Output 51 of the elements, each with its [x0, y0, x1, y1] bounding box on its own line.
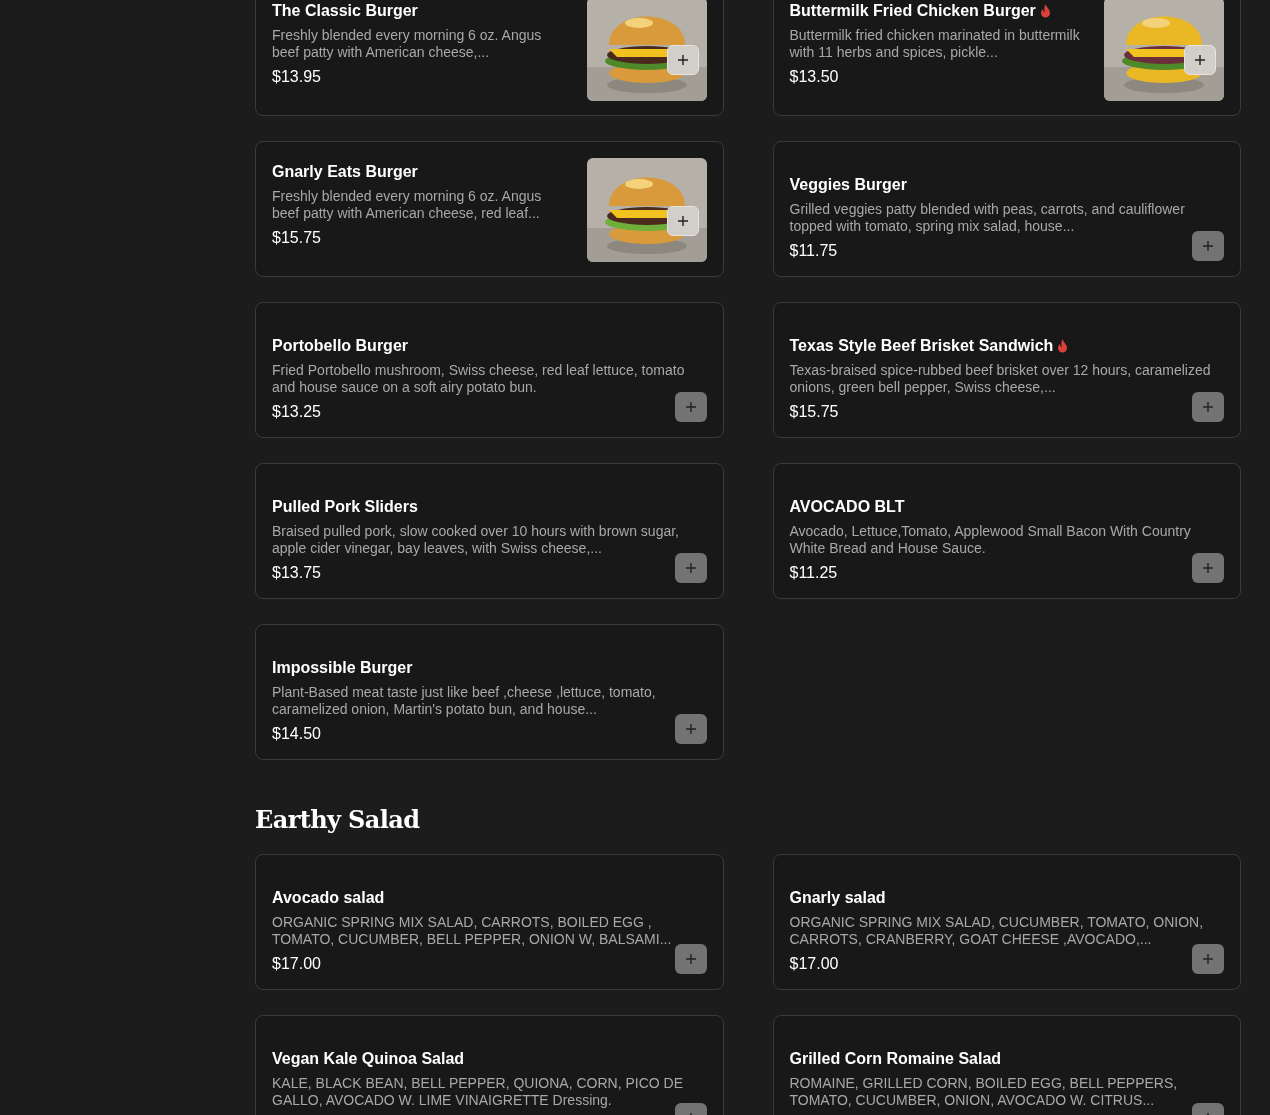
- menu-item-card[interactable]: Gnarly Eats Burger Freshly blended every morning 6 oz. Angus beef patty with American cheese, red leaf... $15.75: [255, 141, 724, 277]
- menu-item-card[interactable]: Pulled Pork Sliders Braised pulled pork, slow cooked over 10 hours with brown sugar, apple cider vinegar, bay leaves, with Swiss cheese,... $13.75: [255, 463, 724, 599]
- item-name: Vegan Kale Quinoa Salad: [272, 1049, 465, 1069]
- item-name: Portobello Burger: [272, 336, 408, 356]
- item-name: Grilled Corn Romaine Salad: [789, 1049, 1002, 1069]
- menu-item-card[interactable]: Veggies Burger Grilled veggies patty blended with peas, carrots, and cauliflower topped with tomato, spring mix salad, house... $11.75: [772, 141, 1241, 277]
- item-name: Veggies Burger: [789, 175, 907, 195]
- item-price: $11.75: [789, 241, 838, 261]
- menu-item-card[interactable]: Vegan Kale Quinoa Salad KALE, BLACK BEAN, BELL PEPPER, QUIONA, CORN, PICO DE GALLO, AVOCADO W. LIME VINAIGRETTE Dressing.: [255, 1015, 724, 1115]
- item-price: $13.25: [272, 402, 321, 422]
- item-description: Grilled veggies patty blended with peas, carrots, and cauliflower topped with tomato, spring mix salad, house...: [789, 201, 1186, 235]
- item-description: Fried Portobello mushroom, Swiss cheese, red leaf lettuce, tomato and house sauce on a soft airy potato bun.: [272, 362, 686, 396]
- item-name: The Classic Burger: [272, 1, 418, 21]
- item-name: Gnarly Eats Burger: [272, 162, 418, 182]
- item-name: Buttermilk Fried Chicken Burger: [789, 1, 1036, 21]
- menu-item-card[interactable]: Portobello Burger Fried Portobello mushroom, Swiss cheese, red leaf lettuce, tomato and house sauce on a soft airy potato bun. $13.25: [255, 302, 724, 438]
- menu-item-card[interactable]: AVOCADO BLT Avocado, Lettuce,Tomato, Applewood Small Bacon With Country White Bread and House Sauce. $11.25: [772, 463, 1241, 599]
- menu-item-card[interactable]: Avocado salad ORGANIC SPRING MIX SALAD, CARROTS, BOILED EGG , TOMATO, CUCUMBER, BELL PEPPER, ONION W, BALSAMI... $17.00: [255, 854, 724, 990]
- menu-item-card[interactable]: Buttermilk Fried Chicken Burger Buttermilk fried chicken marinated in buttermilk with 11 herbs and spices, pickle... $13.50: [772, 0, 1241, 116]
- menu-item-card[interactable]: Grilled Corn Romaine Salad ROMAINE, GRILLED CORN, BOILED EGG, BELL PEPPERS, TOMATO, CUCUMBER, ONION, AVOCADO W. CITRUS...: [772, 1015, 1241, 1115]
- menu-item-card[interactable]: Impossible Burger Plant-Based meat taste just like beef ,cheese ,lettuce, tomato, caramelized onion, Martin's potato bun, and house... $14.50: [255, 624, 724, 760]
- item-price: $13.50: [789, 67, 839, 87]
- item-name: Impossible Burger: [272, 658, 413, 678]
- item-price: $17.00: [272, 954, 321, 974]
- item-description: Buttermilk fried chicken marinated in buttermilk with 11 herbs and spices, pickle...: [789, 27, 1081, 61]
- item-description: Texas-braised spice-rubbed beef brisket over 12 hours, caramelized onions, green bell pepper, Swiss cheese,...: [789, 362, 1212, 396]
- item-price: $15.75: [789, 402, 839, 422]
- item-description: ORGANIC SPRING MIX SALAD, CUCUMBER, TOMATO, ONION, CARROTS, CRANBERRY, GOAT CHEESE ,AVOCADO,...: [789, 914, 1205, 948]
- item-price: $11.25: [789, 563, 838, 583]
- menu-item-card[interactable]: Texas Style Beef Brisket Sandwich Texas-braised spice-rubbed beef brisket over 12 hours, caramelized onions, green bell pepper, Swiss cheese,... $15.75: [772, 302, 1241, 438]
- item-name: Avocado salad: [272, 888, 385, 908]
- item-price: $13.95: [272, 67, 321, 87]
- item-description: Freshly blended every morning 6 oz. Angus beef patty with American cheese,...: [272, 27, 543, 61]
- item-name: Pulled Pork Sliders: [272, 497, 418, 517]
- menu-item-card[interactable]: The Classic Burger Freshly blended every morning 6 oz. Angus beef patty with American cheese,... $13.95: [255, 0, 724, 116]
- menu-item-card[interactable]: Gnarly salad ORGANIC SPRING MIX SALAD, CUCUMBER, TOMATO, ONION, CARROTS, CRANBERRY, GOAT CHEESE ,AVOCADO,... $17.00: [772, 854, 1241, 990]
- item-price: $13.75: [272, 563, 321, 583]
- section-heading: Earthy Salad: [255, 804, 421, 836]
- item-name: Texas Style Beef Brisket Sandwich: [789, 336, 1054, 356]
- item-description: ROMAINE, GRILLED CORN, BOILED EGG, BELL PEPPERS, TOMATO, CUCUMBER, ONION, AVOCADO W. CITRUS...: [789, 1075, 1179, 1109]
- item-name: Gnarly salad: [789, 888, 886, 908]
- item-description: Freshly blended every morning 6 oz. Angus beef patty with American cheese, red leaf...: [272, 188, 543, 222]
- item-price: $17.00: [789, 954, 839, 974]
- item-price: $15.75: [272, 228, 321, 248]
- item-price: $14.50: [272, 724, 321, 744]
- item-description: ORGANIC SPRING MIX SALAD, CARROTS, BOILED EGG , TOMATO, CUCUMBER, BELL PEPPER, ONION W, BALSAMI...: [272, 914, 673, 948]
- item-description: KALE, BLACK BEAN, BELL PEPPER, QUIONA, CORN, PICO DE GALLO, AVOCADO W. LIME VINAIGRETTE Dressing.: [272, 1075, 685, 1109]
- item-description: Avocado, Lettuce,Tomato, Applewood Small Bacon With Country White Bread and House Sauce.: [789, 523, 1192, 557]
- item-name: AVOCADO BLT: [789, 497, 905, 517]
- item-description: Braised pulled pork, slow cooked over 10 hours with brown sugar, apple cider vinegar, bay leaves, with Swiss cheese,...: [272, 523, 680, 557]
- item-description: Plant-Based meat taste just like beef ,cheese ,lettuce, tomato, caramelized onion, Martin's potato bun, and house...: [272, 684, 657, 718]
